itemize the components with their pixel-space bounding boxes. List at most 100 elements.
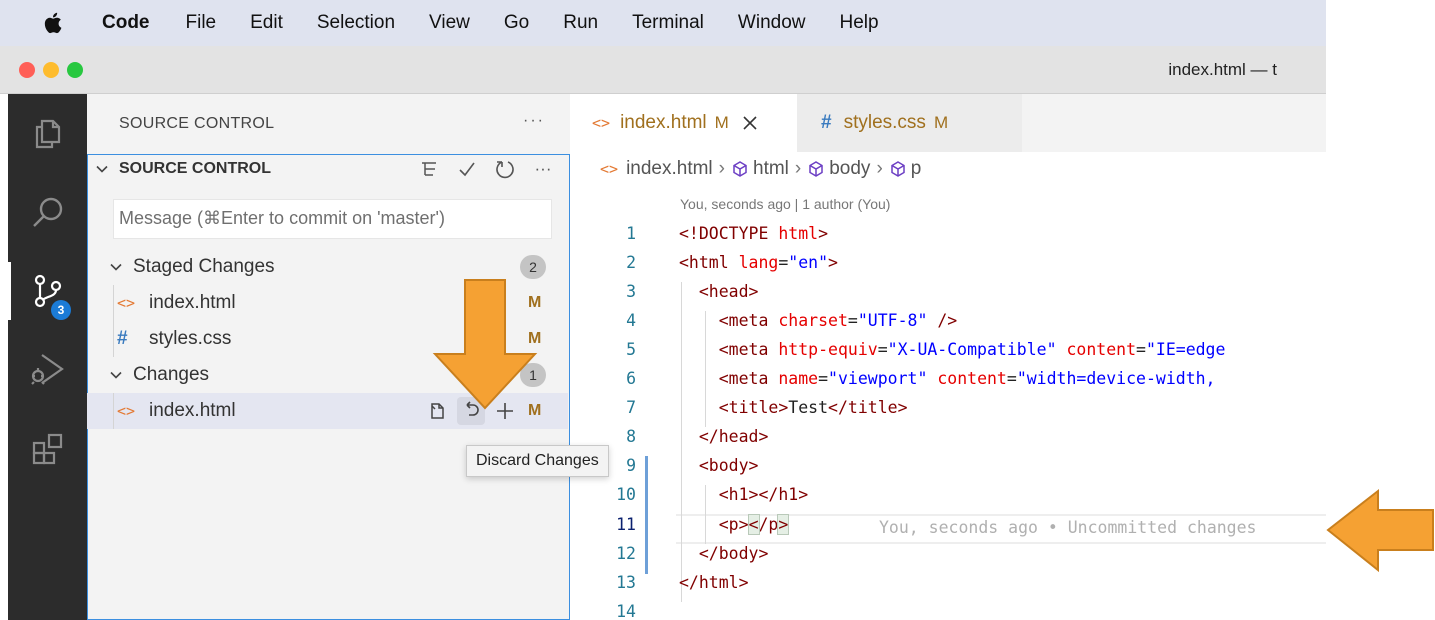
source-control-badge: 3 bbox=[51, 300, 71, 320]
file-name: index.html bbox=[149, 400, 236, 421]
line-number: 3 bbox=[626, 282, 636, 301]
breadcrumb-body[interactable]: body bbox=[807, 158, 870, 180]
tab-label: styles.css bbox=[843, 112, 926, 133]
commit-button[interactable] bbox=[456, 158, 478, 180]
line-number: 14 bbox=[616, 602, 636, 620]
staged-changes-label: Staged Changes bbox=[133, 256, 275, 277]
changes-label: Changes bbox=[133, 364, 210, 385]
chevron-right-icon: › bbox=[794, 158, 802, 179]
code-line: <title>Test</title> bbox=[718, 398, 908, 417]
line-number: 2 bbox=[626, 253, 636, 272]
html-file-icon: <> bbox=[592, 114, 611, 132]
chevron-right-icon: › bbox=[718, 158, 725, 179]
html-file-icon: <> bbox=[117, 294, 136, 312]
menu-selection[interactable]: Selection bbox=[317, 12, 395, 34]
window-titlebar bbox=[0, 46, 1326, 94]
breadcrumb-file-label: index.html bbox=[626, 158, 713, 179]
source-control-section-header[interactable]: SOURCE CONTROL bbox=[95, 160, 271, 178]
file-name: index.html bbox=[149, 292, 236, 313]
activity-source-control[interactable]: 3 bbox=[8, 256, 87, 326]
menu-run[interactable]: Run bbox=[563, 12, 598, 34]
line-number: 8 bbox=[626, 427, 636, 446]
tab-modified-status: M bbox=[933, 113, 949, 132]
menu-view[interactable]: View bbox=[429, 12, 470, 34]
zoom-window-button[interactable] bbox=[67, 62, 83, 78]
line-number-current: 11 bbox=[616, 515, 636, 534]
git-blame-codelens[interactable]: You, seconds ago | 1 author (You) bbox=[680, 196, 890, 212]
menu-window[interactable]: Window bbox=[738, 12, 806, 34]
explorer-icon bbox=[35, 119, 60, 149]
line-number: 6 bbox=[626, 369, 636, 388]
code-line: <html lang="en"> bbox=[679, 253, 838, 272]
code-line: </head> bbox=[698, 427, 769, 446]
close-window-button[interactable] bbox=[19, 62, 35, 78]
tab-label: index.html bbox=[620, 112, 707, 133]
line-number: 7 bbox=[626, 398, 636, 417]
refresh-icon bbox=[496, 161, 514, 179]
code-line-current: <p></p> bbox=[718, 514, 790, 535]
menu-file[interactable]: File bbox=[186, 12, 217, 34]
menu-go[interactable]: Go bbox=[504, 12, 529, 34]
code-line: <meta charset="UTF-8" /> bbox=[718, 311, 958, 330]
minimize-window-button[interactable] bbox=[43, 62, 59, 78]
menu-app-name[interactable]: Code bbox=[102, 12, 150, 34]
line-number: 4 bbox=[626, 311, 636, 330]
line-number: 1 bbox=[626, 224, 636, 243]
chevron-down-icon bbox=[110, 371, 122, 379]
more-actions-button[interactable]: ··· bbox=[532, 158, 554, 180]
breadcrumb-html[interactable]: html bbox=[731, 158, 789, 180]
tab-styles-css[interactable]: # styles.css M bbox=[797, 94, 1022, 152]
apple-icon[interactable] bbox=[44, 11, 64, 35]
breadcrumb-file[interactable]: <> index.html bbox=[600, 158, 713, 180]
sidebar-header-title: SOURCE CONTROL bbox=[119, 115, 275, 132]
css-file-icon: # bbox=[117, 328, 128, 349]
activity-run-debug[interactable] bbox=[8, 334, 87, 404]
breadcrumb-p[interactable]: p bbox=[889, 158, 921, 180]
activity-explorer[interactable] bbox=[8, 98, 87, 168]
breadcrumb-html-label: html bbox=[753, 158, 789, 179]
breadcrumb-body-label: body bbox=[829, 158, 871, 179]
code-line: <meta http-equiv="X-UA-Compatible" conte… bbox=[718, 340, 1226, 359]
chevron-down-icon bbox=[96, 165, 108, 173]
menu-edit[interactable]: Edit bbox=[250, 12, 283, 34]
css-file-icon: # bbox=[821, 112, 832, 133]
list-tree-icon bbox=[422, 162, 436, 176]
chevron-right-icon: › bbox=[876, 158, 883, 179]
run-debug-icon bbox=[30, 354, 64, 385]
html-file-icon: <> bbox=[117, 402, 136, 420]
close-icon[interactable] bbox=[741, 114, 759, 132]
code-line: </body> bbox=[698, 544, 769, 563]
menu-help[interactable]: Help bbox=[840, 12, 879, 34]
line-number: 12 bbox=[616, 544, 636, 563]
chevron-down-icon bbox=[110, 263, 122, 271]
code-line: </html> bbox=[679, 573, 749, 592]
code-line: <head> bbox=[698, 282, 759, 301]
symbol-element-icon bbox=[733, 161, 747, 177]
code-line: <h1></h1> bbox=[718, 485, 809, 504]
view-as-tree-button[interactable] bbox=[418, 158, 440, 180]
macos-menubar: Code File Edit Selection View Go Run Ter… bbox=[0, 0, 1326, 46]
discard-changes-tooltip: Discard Changes bbox=[466, 445, 609, 477]
code-editor[interactable]: <> index.html › html › body › p You, sec… bbox=[570, 152, 1326, 620]
refresh-button[interactable] bbox=[494, 158, 516, 180]
symbol-element-icon bbox=[891, 161, 905, 177]
tab-index-html[interactable]: <> index.html M bbox=[570, 94, 797, 152]
code-line: <body> bbox=[698, 456, 759, 475]
source-control-actions: ··· bbox=[418, 158, 554, 180]
line-number: 10 bbox=[616, 485, 636, 504]
annotation-arrow-down-icon bbox=[432, 279, 538, 410]
menu-terminal[interactable]: Terminal bbox=[632, 12, 704, 34]
code-line: <meta name="viewport" content="width=dev… bbox=[718, 369, 1216, 388]
code-line: <!DOCTYPE html> bbox=[679, 224, 829, 243]
activity-extensions[interactable] bbox=[8, 414, 87, 484]
search-icon bbox=[32, 197, 62, 227]
activity-bar: 3 bbox=[8, 94, 87, 620]
tab-modified-status: M bbox=[714, 113, 729, 132]
extensions-icon bbox=[32, 433, 62, 465]
staged-changes-count: 2 bbox=[520, 255, 546, 279]
sidebar-more-actions-button[interactable]: ··· bbox=[523, 112, 545, 130]
commit-message-input[interactable]: Message (⌘Enter to commit on 'master') bbox=[113, 199, 552, 239]
file-name: styles.css bbox=[149, 328, 232, 349]
activity-search[interactable] bbox=[8, 178, 87, 248]
symbol-element-icon bbox=[809, 161, 823, 177]
